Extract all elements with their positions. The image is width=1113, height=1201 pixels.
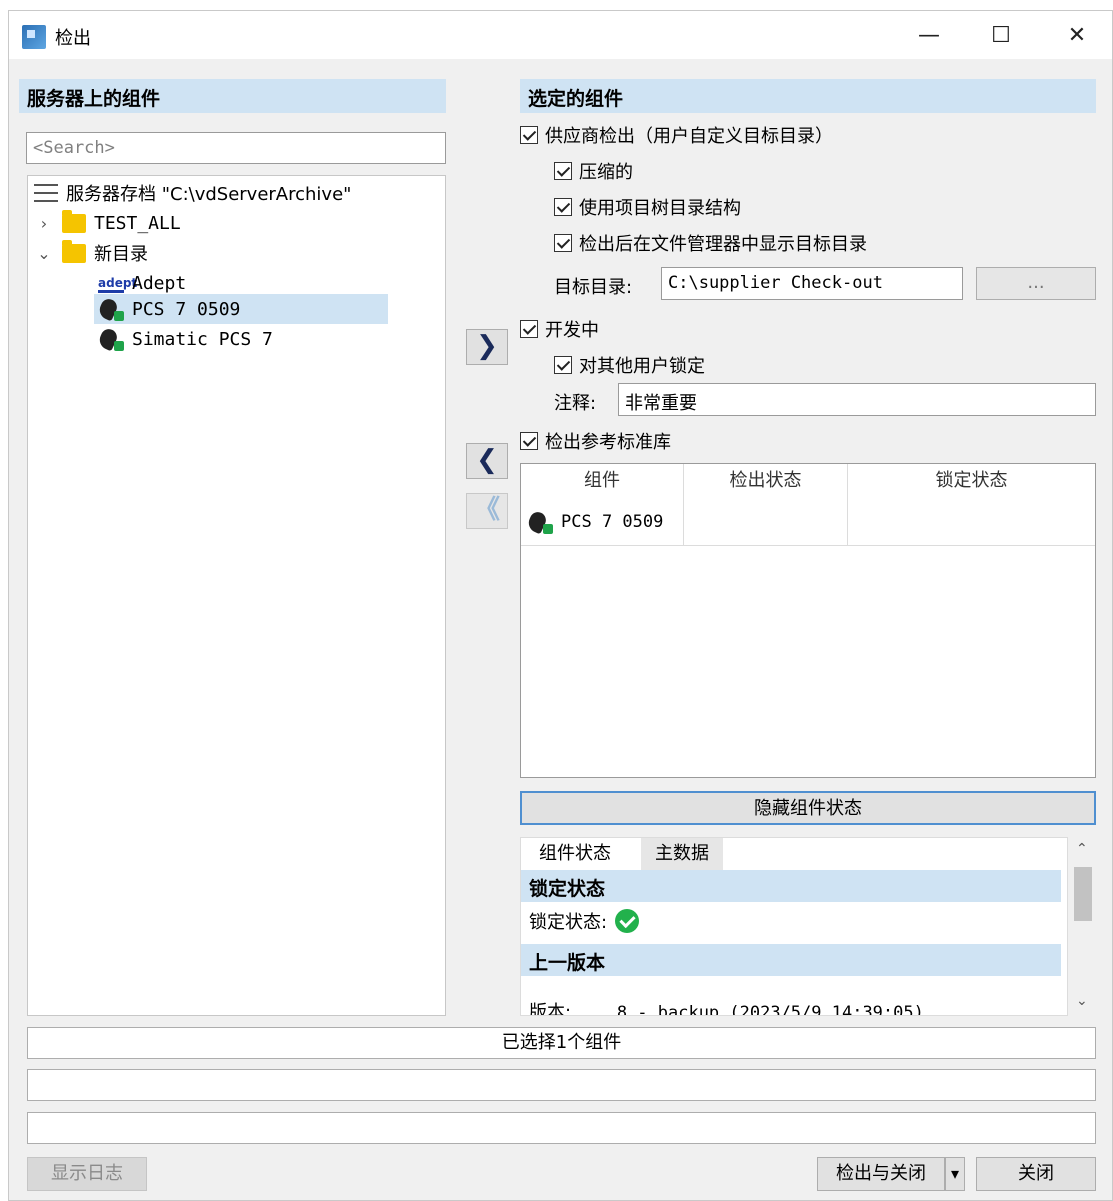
tree-item-label: 服务器存档 "C:\vdServerArchive" bbox=[66, 184, 352, 205]
tab-component-status[interactable]: 组件状态 bbox=[525, 838, 625, 870]
status-panel-scrollbar[interactable]: ⌃ ⌄ bbox=[1070, 837, 1096, 1016]
checkbox-checked-icon bbox=[554, 198, 572, 216]
tree-item-label: 新目录 bbox=[94, 244, 148, 265]
lock-others-checkbox[interactable]: 对其他用户锁定 bbox=[554, 351, 705, 379]
title-bar: 检出 — ☐ ✕ bbox=[9, 11, 1112, 59]
use-project-tree-checkbox[interactable]: 使用项目树目录结构 bbox=[554, 193, 741, 221]
adept-icon: adept bbox=[98, 273, 137, 293]
tree-item-label: PCS 7 0509 bbox=[132, 298, 241, 320]
checkbox-checked-icon bbox=[554, 356, 572, 374]
lock-state-group-header: 锁定状态 bbox=[521, 870, 1061, 902]
selection-status-bar: 已选择1个组件 bbox=[27, 1027, 1096, 1059]
supplier-checkout-label: 供应商检出（用户自定义目标目录） bbox=[545, 126, 833, 147]
comment-label: 注释: bbox=[554, 393, 597, 414]
status-bar-3 bbox=[27, 1112, 1096, 1144]
checkbox-checked-icon bbox=[554, 162, 572, 180]
remove-component-button[interactable]: ❮ bbox=[466, 443, 508, 479]
maximize-button[interactable]: ☐ bbox=[981, 19, 1021, 53]
target-dir-field[interactable]: C:\supplier Check-out bbox=[661, 267, 963, 300]
archive-icon bbox=[34, 184, 58, 202]
close-window-button[interactable]: ✕ bbox=[1057, 19, 1097, 53]
comment-field[interactable]: 非常重要 bbox=[618, 383, 1096, 416]
tree-item-test-all[interactable]: › TEST_ALL bbox=[34, 208, 181, 238]
selected-components-header: 选定的组件 bbox=[520, 79, 1096, 113]
in-development-label: 开发中 bbox=[545, 320, 599, 341]
tree-item-pcs7-0509[interactable]: PCS 7 0509 bbox=[94, 294, 388, 324]
in-development-checkbox[interactable]: 开发中 bbox=[520, 315, 599, 343]
chevron-right-icon[interactable]: › bbox=[34, 214, 54, 233]
checkout-dialog: 检出 — ☐ ✕ 服务器上的组件 <Search> 服务器存档 "C:\vdSe… bbox=[8, 10, 1113, 1201]
tree-item-label: TEST_ALL bbox=[94, 212, 181, 234]
table-cell-checkout-state bbox=[684, 498, 848, 546]
chevron-down-icon[interactable]: ⌄ bbox=[34, 244, 54, 263]
column-header-checkout-state[interactable]: 检出状态 bbox=[684, 464, 848, 498]
checkout-dropdown-button[interactable]: ▾ bbox=[945, 1157, 965, 1191]
version-row: 版本: 8 - backup (2023/5/9 14:39:05) bbox=[529, 998, 924, 1016]
checkbox-checked-icon bbox=[520, 320, 538, 338]
target-dir-label: 目标目录: bbox=[554, 277, 633, 298]
show-log-button[interactable]: 显示日志 bbox=[27, 1157, 147, 1191]
table-cell-lock-state bbox=[848, 498, 1095, 546]
use-project-tree-label: 使用项目树目录结构 bbox=[579, 198, 741, 219]
folder-icon bbox=[62, 209, 86, 233]
component-icon bbox=[525, 509, 553, 534]
component-icon bbox=[96, 296, 124, 322]
version-label: 版本: bbox=[529, 1002, 572, 1016]
add-component-button[interactable]: ❯ bbox=[466, 329, 508, 365]
remove-all-button[interactable]: 《 bbox=[466, 493, 508, 529]
check-circle-icon bbox=[615, 909, 640, 933]
supplier-checkout-checkbox[interactable]: 供应商检出（用户自定义目标目录） bbox=[520, 121, 833, 149]
table-cell-component[interactable]: PCS 7 0509 bbox=[521, 498, 684, 546]
minimize-button[interactable]: — bbox=[909, 19, 949, 53]
column-header-lock-state[interactable]: 锁定状态 bbox=[848, 464, 1095, 498]
checkbox-checked-icon bbox=[520, 432, 538, 450]
checkout-refs-label: 检出参考标准库 bbox=[545, 432, 671, 453]
status-bar-2 bbox=[27, 1069, 1096, 1101]
checkbox-checked-icon bbox=[554, 234, 572, 252]
checkout-refs-checkbox[interactable]: 检出参考标准库 bbox=[520, 427, 671, 455]
server-components-header: 服务器上的组件 bbox=[19, 79, 446, 113]
tree-item-server-archive[interactable]: 服务器存档 "C:\vdServerArchive" bbox=[34, 178, 351, 208]
show-target-label: 检出后在文件管理器中显示目标目录 bbox=[579, 234, 867, 255]
component-icon bbox=[96, 326, 124, 352]
app-icon bbox=[22, 25, 46, 49]
selected-components-table: 组件 检出状态 锁定状态 PCS 7 0509 bbox=[520, 463, 1096, 778]
scroll-down-icon[interactable]: ⌄ bbox=[1076, 993, 1088, 1009]
tree-item-new-directory[interactable]: ⌄ 新目录 bbox=[34, 238, 148, 268]
lock-others-label: 对其他用户锁定 bbox=[579, 356, 705, 377]
compressed-label: 压缩的 bbox=[579, 162, 633, 183]
lock-state-row: 锁定状态: bbox=[529, 908, 640, 934]
window-title: 检出 bbox=[55, 28, 91, 49]
lock-state-label: 锁定状态: bbox=[529, 912, 608, 933]
checkbox-checked-icon bbox=[520, 126, 538, 144]
search-input[interactable]: <Search> bbox=[26, 132, 446, 164]
table-row-component-label: PCS 7 0509 bbox=[561, 511, 664, 532]
tree-item-label: Adept bbox=[132, 272, 187, 294]
column-header-component[interactable]: 组件 bbox=[521, 464, 684, 498]
browse-button[interactable]: ... bbox=[976, 267, 1096, 300]
tab-master-data[interactable]: 主数据 bbox=[641, 838, 723, 870]
close-button[interactable]: 关闭 bbox=[976, 1157, 1096, 1191]
version-value: 8 - backup (2023/5/9 14:39:05) bbox=[616, 1003, 924, 1016]
compressed-checkbox[interactable]: 压缩的 bbox=[554, 157, 633, 185]
tree-item-simatic-pcs7[interactable]: Simatic PCS 7 bbox=[96, 324, 273, 354]
component-tree: 服务器存档 "C:\vdServerArchive" › TEST_ALL ⌄ … bbox=[27, 175, 446, 1016]
component-status-panel: 组件状态 主数据 锁定状态 锁定状态: 上一版本 版本: 8 - backup … bbox=[520, 837, 1068, 1016]
tree-item-label: Simatic PCS 7 bbox=[132, 328, 273, 350]
scrollbar-thumb[interactable] bbox=[1074, 867, 1092, 921]
scroll-up-icon[interactable]: ⌃ bbox=[1076, 841, 1088, 857]
folder-icon bbox=[62, 239, 86, 263]
checkout-close-button[interactable]: 检出与关闭 bbox=[817, 1157, 945, 1191]
show-target-checkbox[interactable]: 检出后在文件管理器中显示目标目录 bbox=[554, 229, 867, 257]
hide-status-button[interactable]: 隐藏组件状态 bbox=[520, 791, 1096, 825]
previous-version-group-header: 上一版本 bbox=[521, 944, 1061, 976]
